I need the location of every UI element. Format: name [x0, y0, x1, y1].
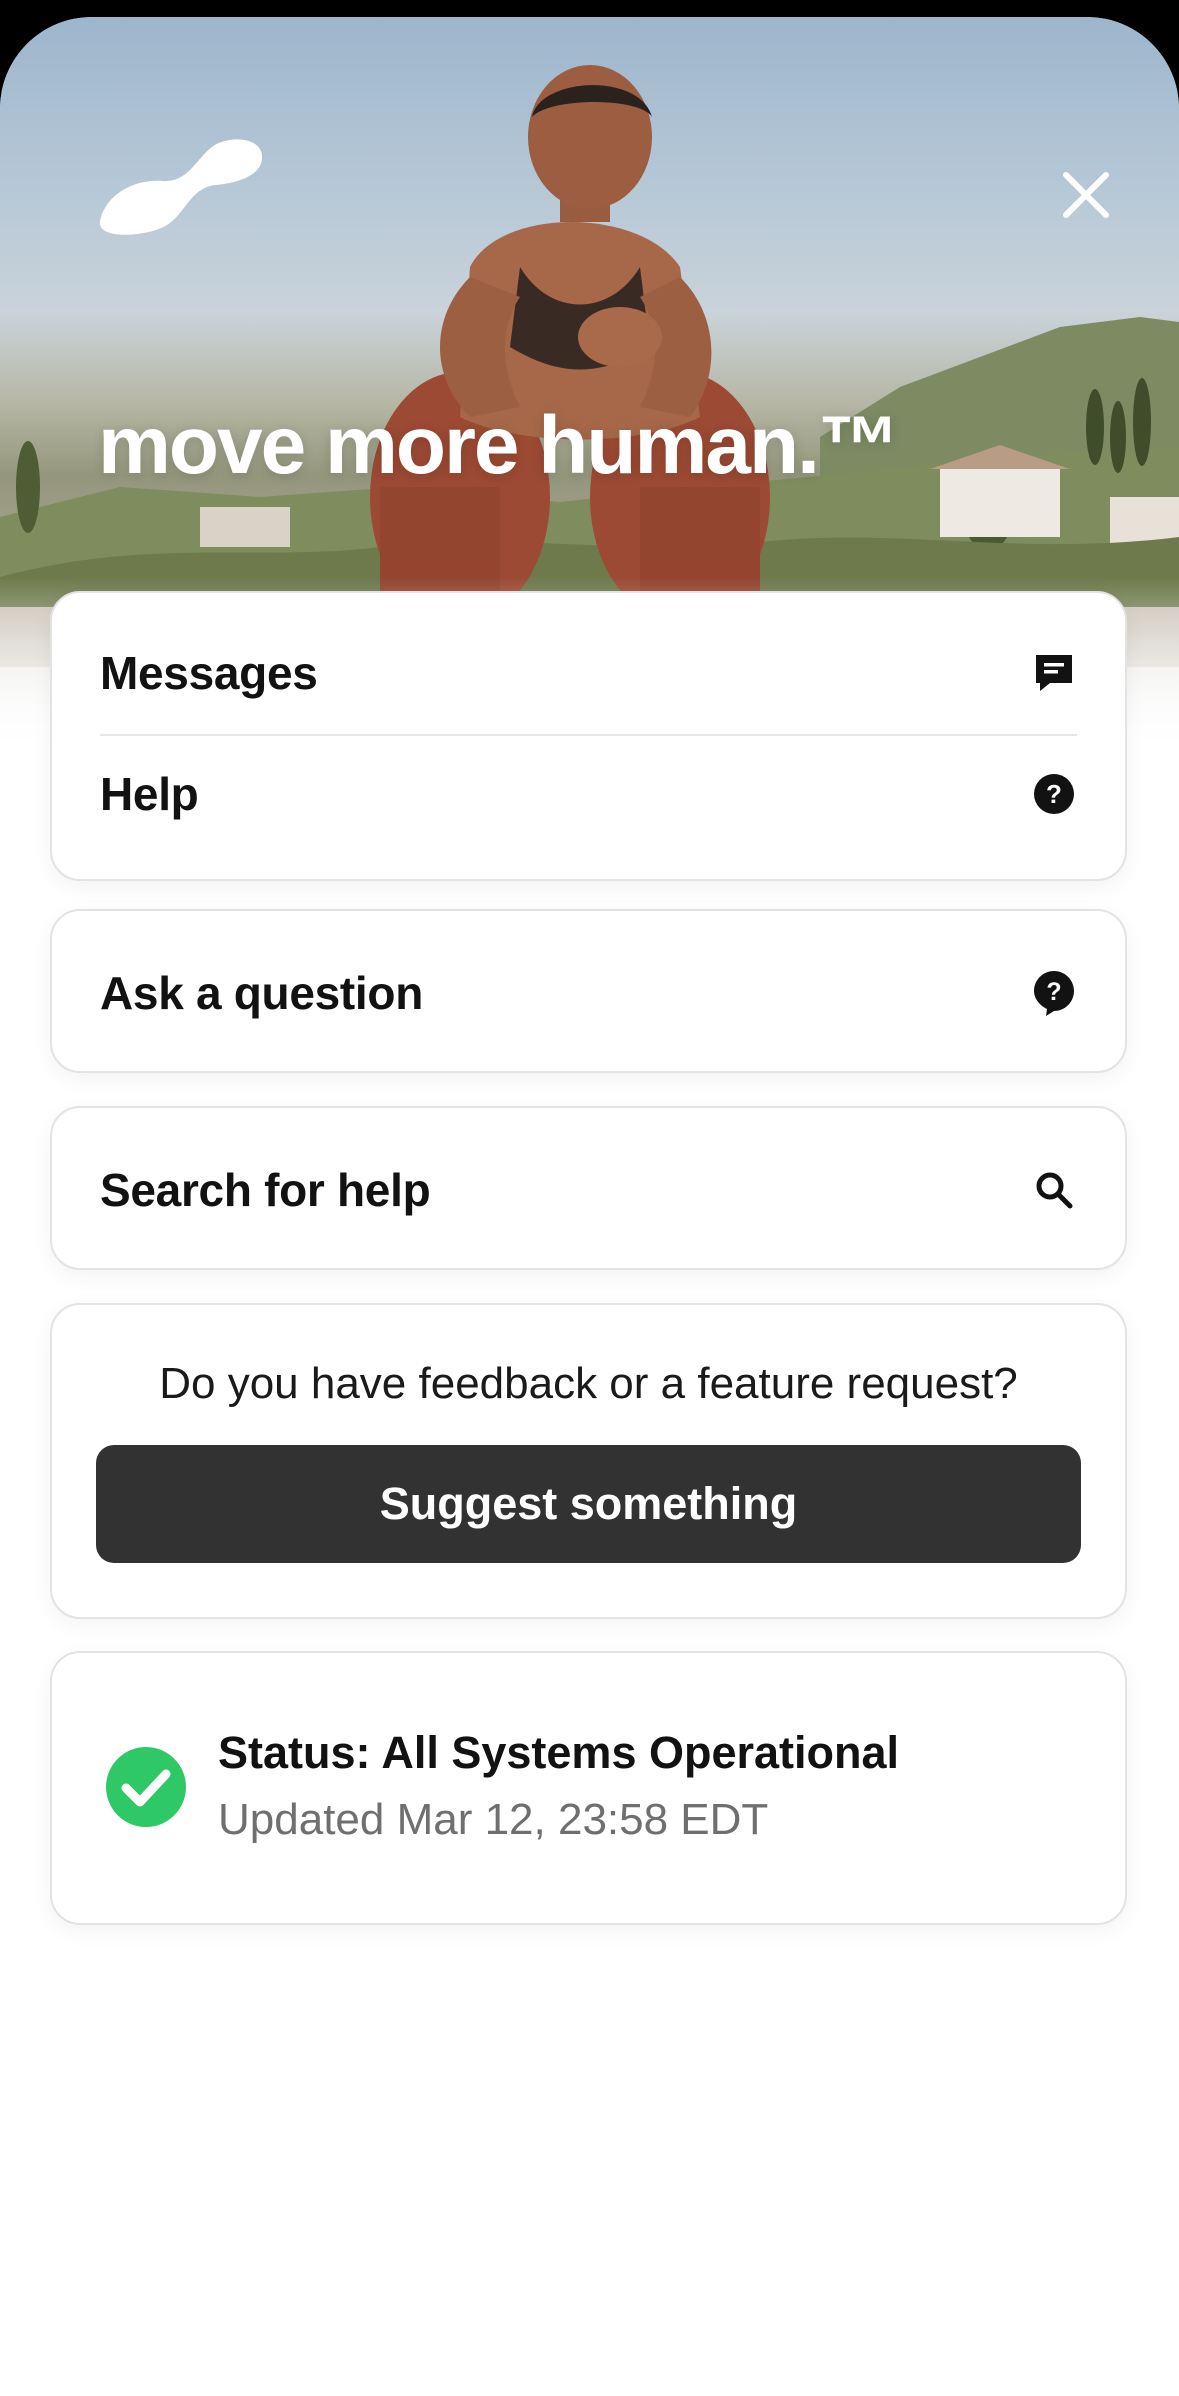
ask-question-label: Ask a question: [100, 967, 423, 1019]
suggest-something-button[interactable]: Suggest something: [96, 1445, 1081, 1563]
close-button[interactable]: [1056, 165, 1116, 225]
help-circle-icon: ?: [1031, 771, 1077, 817]
ask-question-row[interactable]: Ask a question ?: [100, 957, 1077, 1029]
help-sheet: move more human.™ Messages Help ? Ask a …: [0, 17, 1179, 2396]
svg-text:?: ?: [1046, 978, 1061, 1006]
feedback-prompt: Do you have feedback or a feature reques…: [159, 1359, 1018, 1408]
brand-logo-icon: [99, 139, 263, 235]
feedback-card: Do you have feedback or a feature reques…: [50, 1303, 1127, 1619]
messages-help-card: Messages Help ?: [50, 591, 1127, 881]
status-card[interactable]: Status: All Systems Operational Updated …: [50, 1651, 1127, 1925]
search-help-row[interactable]: Search for help: [100, 1154, 1077, 1226]
menu-divider: [100, 734, 1077, 736]
check-circle-icon: [106, 1747, 186, 1827]
search-help-label: Search for help: [100, 1164, 431, 1216]
svg-text:?: ?: [1046, 779, 1062, 809]
search-help-card[interactable]: Search for help: [50, 1106, 1127, 1270]
close-icon: [1063, 172, 1109, 218]
help-row[interactable]: Help ?: [100, 758, 1077, 830]
hero-tagline: move more human.™: [98, 400, 900, 491]
status-title: Status: All Systems Operational: [218, 1727, 900, 1778]
question-bubble-icon: ?: [1031, 970, 1077, 1016]
messages-label: Messages: [100, 647, 318, 699]
search-icon: [1031, 1167, 1077, 1213]
help-label: Help: [100, 768, 199, 820]
message-icon: [1031, 650, 1077, 696]
ask-question-card[interactable]: Ask a question ?: [50, 909, 1127, 1073]
status-updated-time: Updated Mar 12, 23:58 EDT: [218, 1795, 769, 1844]
messages-row[interactable]: Messages: [100, 637, 1077, 709]
